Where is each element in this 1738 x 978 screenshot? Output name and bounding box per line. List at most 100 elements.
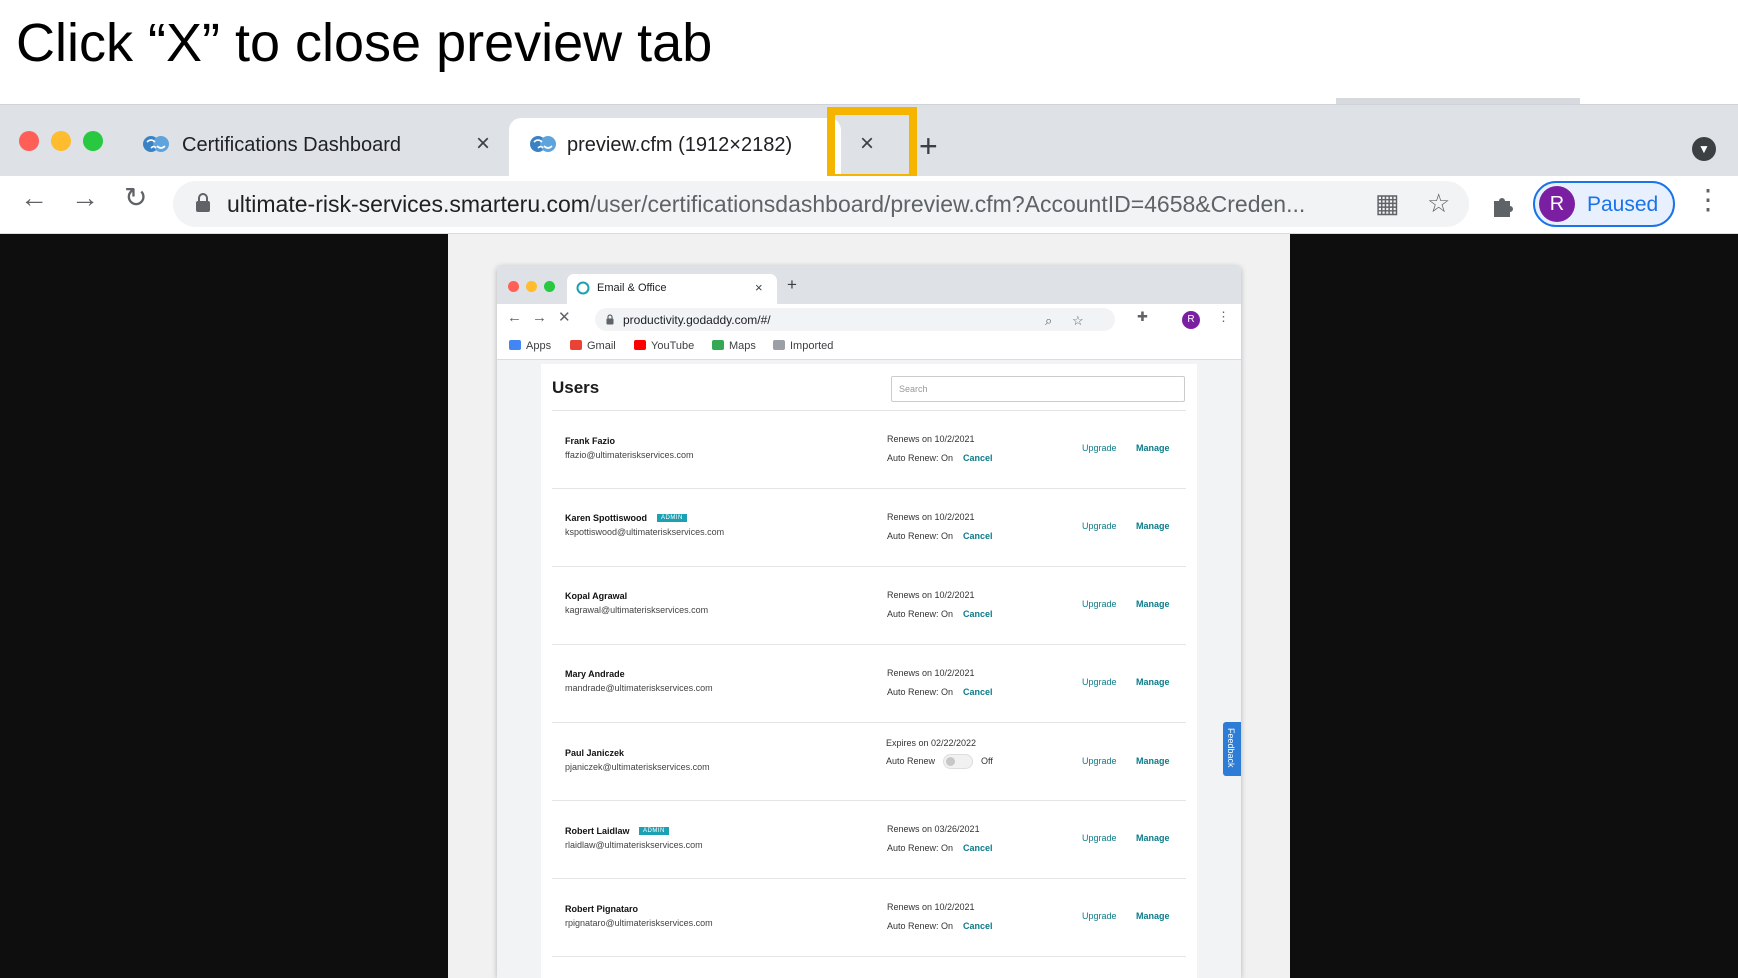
renewal-date: Renews on 10/2/2021	[887, 902, 975, 912]
users-panel: Users Search Frank Fazio ffazio@ultimate…	[541, 364, 1197, 978]
bookmark-gmail: Gmail	[570, 340, 616, 352]
profile-button[interactable]: R Paused	[1533, 181, 1675, 227]
inner-bookmarks-bar: Apps Gmail YouTube Maps Imported	[497, 334, 1241, 360]
table-row: Mary Andrade mandrade@ultimateriskservic…	[552, 645, 1186, 722]
bookmark-label: Maps	[729, 340, 756, 352]
manage-link: Manage	[1136, 521, 1170, 531]
search-placeholder: Search	[899, 384, 928, 394]
close-button-highlight	[827, 107, 917, 182]
folder-icon	[773, 340, 785, 350]
upgrade-link: Upgrade	[1082, 521, 1117, 531]
user-name: Paul Janiczek	[565, 748, 625, 758]
inner-minimize-dot	[526, 281, 537, 292]
cancel-link: Cancel	[963, 453, 993, 463]
inner-extensions-icon: ✚	[1137, 309, 1148, 324]
user-name: Mary Andrade	[565, 669, 625, 679]
forward-arrow-icon[interactable]: →	[71, 184, 99, 212]
user-name: Kopal Agrawal	[565, 591, 628, 601]
admin-badge: ADMIN	[657, 514, 687, 522]
manage-link: Manage	[1136, 756, 1170, 766]
search-input: Search	[891, 376, 1185, 402]
bookmark-star-icon[interactable]: ☆	[1427, 190, 1450, 216]
table-row: Frank Fazio ffazio@ultimateriskservices.…	[552, 411, 1186, 488]
inner-star-icon: ☆	[1072, 313, 1084, 328]
upgrade-link: Upgrade	[1082, 599, 1117, 609]
inner-toolbar: ← → ✕ productivity.godaddy.com/#/ ⌕ ☆ ✚ …	[497, 304, 1241, 334]
upgrade-link: Upgrade	[1082, 677, 1117, 687]
back-arrow-icon[interactable]: ←	[20, 184, 48, 212]
inner-stop-icon: ✕	[558, 309, 571, 326]
cancel-link: Cancel	[963, 921, 993, 931]
feedback-tab: Feedback	[1223, 722, 1241, 776]
upgrade-link: Upgrade	[1082, 833, 1117, 843]
auto-renew-label: Auto Renew: On	[887, 609, 954, 619]
tab-certifications-dashboard[interactable]: Certifications Dashboard ×	[128, 118, 510, 176]
inner-avatar: R	[1182, 311, 1200, 329]
inner-tab-strip: Email & Office × +	[497, 266, 1241, 304]
renewal-date: Renews on 10/2/2021	[887, 668, 975, 678]
bookmark-label: Imported	[790, 340, 834, 352]
user-email: mandrade@ultimateriskservices.com	[565, 683, 713, 693]
apps-grid-icon	[509, 340, 521, 350]
renewal-date: Renews on 10/2/2021	[887, 512, 975, 522]
new-tab-button[interactable]: +	[919, 130, 938, 162]
bookmark-label: YouTube	[651, 340, 695, 352]
window-minimize-button[interactable]	[51, 131, 71, 151]
manage-link: Manage	[1136, 677, 1170, 687]
tab-close-button[interactable]: ×	[476, 132, 490, 156]
user-email: kspottiswood@ultimateriskservices.com	[565, 527, 725, 537]
upgrade-link: Upgrade	[1082, 443, 1117, 453]
auto-renew-label: Auto Renew: On	[887, 843, 954, 853]
address-bar[interactable]: ultimate-risk-services.smarteru.com/user…	[173, 181, 1469, 227]
gmail-icon	[570, 340, 582, 350]
reload-icon[interactable]: ↻	[124, 184, 147, 212]
upgrade-link: Upgrade	[1082, 756, 1117, 766]
manage-link: Manage	[1136, 833, 1170, 843]
manage-link: Manage	[1136, 443, 1170, 453]
user-name: Robert Laidlaw	[565, 826, 630, 836]
auto-renew-label: Auto Renew: On	[887, 531, 954, 541]
extensions-puzzle-icon[interactable]	[1491, 192, 1517, 218]
tab-search-icon[interactable]: ▼	[1692, 137, 1716, 161]
inner-menu-icon: ⋮	[1217, 309, 1230, 324]
bookmark-maps: Maps	[712, 340, 756, 352]
qr-code-icon[interactable]: ▦	[1375, 190, 1400, 216]
toggle-state-label: Off	[981, 755, 993, 766]
table-row: Robert Laidlaw ADMIN rlaidlaw@ultimateri…	[552, 801, 1186, 878]
inner-tab-close-icon: ×	[755, 280, 763, 295]
table-row: Karen Spottiswood ADMIN kspottiswood@ult…	[552, 489, 1186, 566]
auto-renew-status: Auto Renew: On Cancel	[887, 453, 993, 463]
auto-renew-status: Auto Renew: On Cancel	[887, 687, 993, 697]
user-email: kagrawal@ultimateriskservices.com	[565, 605, 709, 615]
url-host: ultimate-risk-services.smarteru.com	[227, 191, 590, 217]
browser-toolbar: ← → ↻ ultimate-risk-services.smarteru.co…	[0, 176, 1738, 234]
inner-url: productivity.godaddy.com/#/	[623, 313, 771, 327]
inner-zoom-icon: ⌕	[1045, 313, 1053, 328]
profile-status: Paused	[1587, 193, 1659, 216]
table-row: Robert Pignataro rpignataro@ultimaterisk…	[552, 879, 1186, 956]
inner-lock-icon	[606, 314, 614, 325]
page-title: Users	[552, 378, 600, 397]
expiry-date: Expires on 02/22/2022	[886, 738, 977, 748]
renewal-date: Renews on 10/2/2021	[887, 590, 975, 600]
user-email: pjaniczek@ultimateriskservices.com	[565, 762, 710, 772]
tab-preview[interactable]: preview.cfm (1912×2182) ×	[509, 118, 874, 176]
divider	[552, 956, 1186, 957]
window-zoom-button[interactable]	[83, 131, 103, 151]
admin-badge: ADMIN	[639, 827, 669, 835]
bookmark-youtube: YouTube	[634, 340, 694, 352]
cancel-link: Cancel	[963, 609, 993, 619]
table-row: Kopal Agrawal kagrawal@ultimateriskservi…	[552, 567, 1186, 644]
cancel-link: Cancel	[963, 687, 993, 697]
user-email: rpignataro@ultimateriskservices.com	[565, 918, 713, 928]
user-email: rlaidlaw@ultimateriskservices.com	[565, 840, 703, 850]
renewal-date: Renews on 10/2/2021	[887, 434, 975, 444]
bookmark-label: Apps	[526, 340, 552, 352]
browser-menu-icon[interactable]: ⋮	[1694, 186, 1722, 214]
auto-renew-label: Auto Renew: On	[887, 921, 954, 931]
auto-renew-toggle	[943, 754, 974, 769]
manage-link: Manage	[1136, 599, 1170, 609]
auto-renew-status: Auto Renew: On Cancel	[887, 921, 993, 931]
window-close-button[interactable]	[19, 131, 39, 151]
user-email: ffazio@ultimateriskservices.com	[565, 450, 694, 460]
